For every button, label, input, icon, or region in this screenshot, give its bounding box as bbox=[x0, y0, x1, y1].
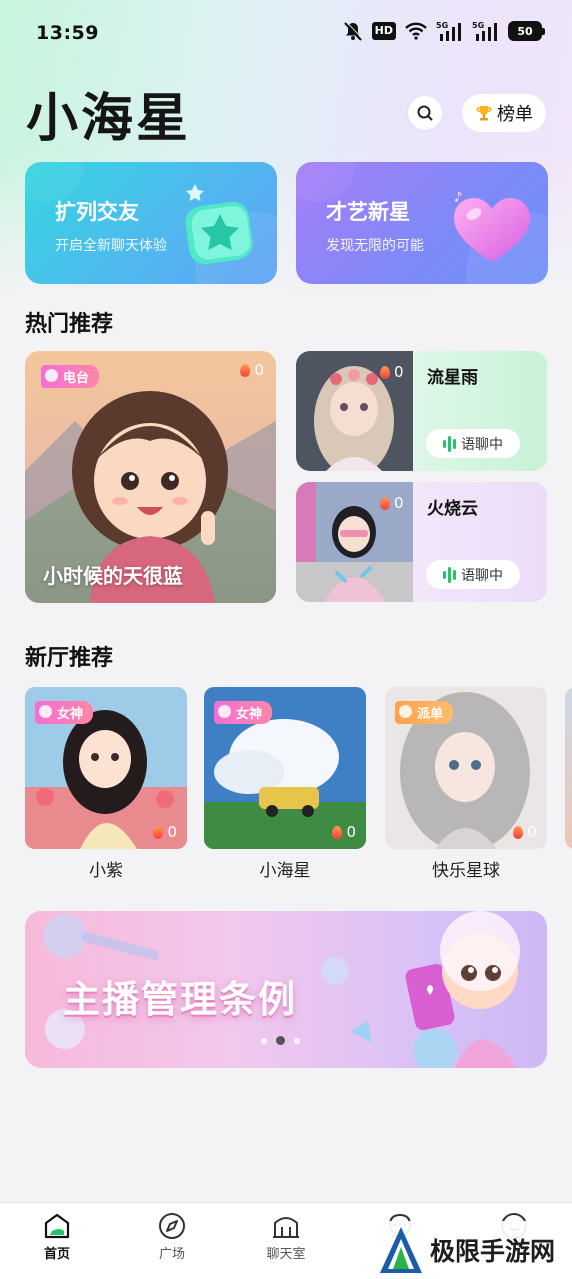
status-label: 语聊中 bbox=[461, 567, 503, 584]
heat-count: 0 bbox=[254, 361, 264, 379]
signal-5g-icon-2: 5G bbox=[472, 21, 497, 41]
new-room-card[interactable]: 女神 0 小紫 bbox=[25, 687, 187, 881]
compass-icon bbox=[159, 1213, 185, 1239]
room-name: 小紫 bbox=[89, 861, 123, 881]
flame-icon bbox=[153, 825, 164, 839]
new-room-card[interactable]: 女神 0 小海星 bbox=[204, 687, 366, 881]
tab-label: 聊天室 bbox=[266, 1247, 306, 1262]
heat-indicator: 0 bbox=[513, 823, 537, 841]
room-cover: 女神 0 bbox=[204, 687, 366, 849]
heart-icon bbox=[454, 192, 530, 262]
banner-pagination bbox=[261, 1036, 300, 1045]
flame-icon bbox=[513, 825, 524, 839]
heat-indicator: 0 bbox=[332, 823, 356, 841]
search-icon bbox=[417, 105, 433, 121]
trophy-icon bbox=[476, 106, 492, 121]
feature-subtitle: 发现无限的可能 bbox=[326, 238, 424, 254]
new-room-card[interactable]: 派单 0 快乐星球 bbox=[385, 687, 547, 881]
heat-count: 0 bbox=[394, 363, 404, 381]
feature-subtitle: 开启全新聊天体验 bbox=[55, 238, 167, 254]
feature-card-make-friends[interactable]: 扩列交友 开启全新聊天体验 bbox=[25, 162, 277, 284]
status-icons: HD 5G 5G 50 bbox=[342, 20, 545, 42]
flame-icon bbox=[380, 365, 390, 379]
featured-room-name: 小时候的天很蓝 bbox=[43, 564, 183, 588]
heat-indicator: 0 bbox=[153, 823, 177, 841]
room-cover: 女神 0 bbox=[25, 687, 187, 849]
flame-icon bbox=[332, 825, 343, 839]
room-tag: 女神 bbox=[214, 701, 273, 724]
voice-chat-status: 语聊中 bbox=[426, 429, 520, 458]
heat-indicator: 0 bbox=[380, 363, 404, 381]
home-icon bbox=[44, 1213, 70, 1239]
hd-icon: HD bbox=[371, 22, 396, 40]
flame-icon bbox=[240, 363, 251, 377]
search-button[interactable] bbox=[408, 96, 442, 130]
status-time: 13:59 bbox=[36, 22, 99, 44]
tab-home[interactable]: 首页 bbox=[17, 1209, 97, 1262]
section-title-hot: 热门推荐 bbox=[25, 312, 114, 337]
pagination-dot[interactable] bbox=[294, 1037, 300, 1044]
banner-title: 主播管理条例 bbox=[63, 978, 297, 1021]
heat-count: 0 bbox=[346, 823, 356, 841]
room-tag: 女神 bbox=[35, 701, 94, 724]
heat-count: 0 bbox=[394, 494, 404, 512]
watermark-text: 极限手游网 bbox=[430, 1237, 556, 1266]
wifi-icon bbox=[405, 22, 427, 40]
room-cover: 派单 0 bbox=[385, 687, 547, 849]
feature-card-talent-star[interactable]: 才艺新星 发现无限的可能 bbox=[296, 162, 548, 284]
pagination-dot-active[interactable] bbox=[276, 1036, 285, 1045]
signal-5g-icon: 5G bbox=[436, 21, 461, 41]
tab-label: 广场 bbox=[158, 1247, 185, 1262]
pagination-dot[interactable] bbox=[261, 1037, 267, 1044]
status-bar: 13:59 HD 5G 5G 50 bbox=[0, 0, 572, 66]
tab-chatroom[interactable]: 聊天室 bbox=[246, 1209, 326, 1262]
voice-wave-icon bbox=[443, 566, 456, 583]
chatroom-icon bbox=[273, 1217, 299, 1238]
ranking-button[interactable]: 榜单 bbox=[462, 94, 546, 132]
hot-room-card[interactable]: 0 火烧云 语聊中 bbox=[296, 482, 547, 602]
heat-indicator: 0 bbox=[240, 361, 264, 379]
hot-room-card[interactable]: 0 流星雨 语聊中 bbox=[296, 351, 547, 471]
section-title-new-rooms: 新厅推荐 bbox=[25, 646, 114, 671]
flame-icon bbox=[380, 496, 390, 510]
page-title: 小海星 bbox=[26, 88, 192, 149]
watermark: 极限手游网 bbox=[378, 1221, 572, 1279]
room-tag: 电台 bbox=[41, 365, 100, 388]
featured-room-card[interactable]: 电台 0 小时候的天很蓝 bbox=[25, 351, 276, 603]
ranking-label: 榜单 bbox=[497, 104, 533, 125]
tab-label: 首页 bbox=[43, 1247, 70, 1262]
voice-chat-status: 语聊中 bbox=[426, 560, 520, 589]
heat-count: 0 bbox=[527, 823, 537, 841]
room-name: 火烧云 bbox=[427, 499, 478, 519]
voice-wave-icon bbox=[443, 435, 456, 452]
watermark-logo bbox=[380, 1227, 422, 1273]
svg-text:5G: 5G bbox=[436, 21, 448, 30]
mute-bell-icon bbox=[343, 21, 363, 41]
room-name: 流星雨 bbox=[427, 368, 478, 388]
status-label: 语聊中 bbox=[461, 436, 503, 453]
new-room-card-peek[interactable] bbox=[565, 687, 572, 849]
room-name: 快乐星球 bbox=[432, 861, 500, 881]
room-tag: 派单 bbox=[395, 701, 454, 724]
feature-title: 扩列交友 bbox=[55, 200, 139, 224]
svg-text:5G: 5G bbox=[472, 21, 484, 30]
feature-title: 才艺新星 bbox=[326, 200, 410, 224]
tab-square[interactable]: 广场 bbox=[132, 1209, 212, 1262]
room-name: 小海星 bbox=[259, 861, 311, 881]
battery-icon: 50 bbox=[508, 21, 545, 41]
heat-indicator: 0 bbox=[380, 494, 404, 512]
promo-banner[interactable]: 主播管理条例 bbox=[25, 911, 547, 1068]
star-badge-icon bbox=[185, 184, 253, 265]
heat-count: 0 bbox=[167, 823, 177, 841]
